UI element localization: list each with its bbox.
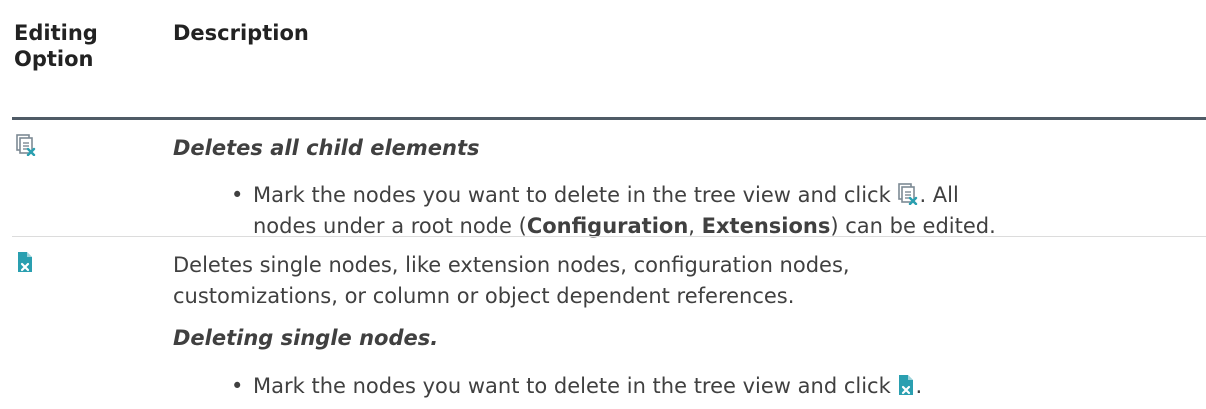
column-header-line2: Option [14,47,94,71]
row1-bullet-before-icon: Mark the nodes you want to delete in the… [253,183,891,207]
row1-heading: Deletes all child elements [173,136,480,160]
row1-bullet-after-icon: . All [919,183,959,207]
row2-description-line2: customizations, or column or object depe… [173,284,795,308]
row2-bullet-dot: • [231,374,244,398]
row1-bullet-text: Mark the nodes you want to delete in the… [253,180,1193,242]
configuration-term: Configuration [526,214,689,238]
delete-all-children-icon [898,183,918,205]
row2-description-line1: Deletes single nodes, like extension nod… [173,253,850,277]
row2-bullet-text: Mark the nodes you want to delete in the… [253,371,1193,402]
row2-heading: Deleting single nodes. [173,326,439,350]
row1-bullet-line2-end: ) can be edited. [830,214,996,238]
delete-single-node-icon [898,374,914,396]
row1-bullet-line2-start: nodes under a root node ( [253,214,527,238]
row2-description: Deletes single nodes, like extension nod… [173,250,1173,312]
delete-single-node-icon [17,251,33,273]
row1-bullet-dot: • [231,183,244,207]
column-header-description: Description [173,21,309,45]
extensions-term: Extensions [701,214,831,238]
column-header-editing-option: Editing Option [14,20,98,72]
column-header-line1: Editing [14,21,98,45]
row1-bullet-sep: , [688,214,702,238]
delete-all-children-icon [16,134,36,156]
header-divider [12,117,1206,120]
row2-bullet-before-icon: Mark the nodes you want to delete in the… [253,374,891,398]
row-divider [12,236,1206,237]
row2-bullet-after-icon: . [915,374,923,398]
